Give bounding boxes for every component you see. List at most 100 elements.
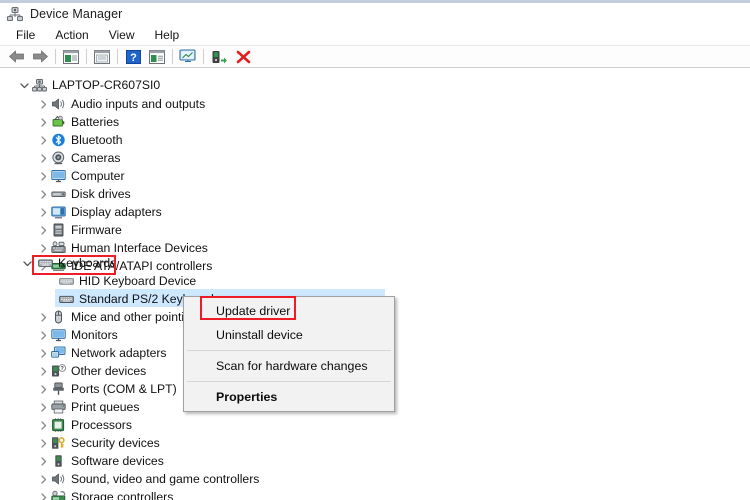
chevron-right-icon[interactable] bbox=[37, 131, 50, 149]
monitor-icon bbox=[50, 327, 67, 343]
bluetooth-icon bbox=[50, 132, 67, 148]
other-device-icon: ? bbox=[50, 363, 67, 379]
firmware-icon bbox=[50, 222, 67, 238]
device-tree[interactable]: LAPTOP-CR607SI0 Audio inputs and outputs bbox=[0, 70, 750, 500]
tree-row-print-queues[interactable]: Print queues bbox=[37, 398, 139, 416]
tree-row-network-adapters[interactable]: Network adapters bbox=[37, 344, 167, 362]
tree-label: Monitors bbox=[71, 328, 118, 342]
context-menu-separator bbox=[187, 350, 391, 351]
keyboard-icon bbox=[58, 291, 75, 307]
security-device-icon bbox=[50, 435, 67, 451]
tree-row-other-devices[interactable]: ? Other devices bbox=[37, 362, 146, 380]
tree-row-bluetooth[interactable]: Bluetooth bbox=[37, 131, 123, 149]
chevron-right-icon[interactable] bbox=[37, 344, 50, 362]
tree-row-security-devices[interactable]: Security devices bbox=[37, 434, 160, 452]
speaker-icon bbox=[50, 96, 67, 112]
forward-icon[interactable] bbox=[29, 47, 51, 67]
chevron-right-icon[interactable] bbox=[37, 308, 50, 326]
chevron-right-icon[interactable] bbox=[37, 488, 50, 500]
tree-label: Bluetooth bbox=[71, 133, 123, 147]
tree-row-firmware[interactable]: Firmware bbox=[37, 221, 122, 239]
menu-action[interactable]: Action bbox=[46, 27, 97, 43]
tree-row-computer[interactable]: Computer bbox=[37, 167, 125, 185]
chevron-right-icon[interactable] bbox=[37, 470, 50, 488]
enable-device-icon[interactable] bbox=[208, 47, 230, 67]
chevron-right-icon[interactable] bbox=[37, 398, 50, 416]
back-icon[interactable] bbox=[5, 47, 27, 67]
help-icon[interactable]: ? bbox=[122, 47, 144, 67]
tree-label: Computer bbox=[71, 169, 125, 183]
battery-icon bbox=[50, 114, 67, 130]
processor-icon bbox=[50, 417, 67, 433]
software-device-icon bbox=[50, 453, 67, 469]
chevron-right-icon[interactable] bbox=[37, 203, 50, 221]
tree-row-ports-com-lpt[interactable]: Ports (COM & LPT) bbox=[37, 380, 177, 398]
show-hide-console-tree-icon[interactable] bbox=[60, 47, 82, 67]
chevron-right-icon[interactable] bbox=[37, 416, 50, 434]
mouse-icon bbox=[50, 309, 67, 325]
menu-bar: File Action View Help bbox=[0, 25, 750, 45]
display-adapter-icon bbox=[50, 204, 67, 220]
context-menu-separator bbox=[187, 381, 391, 382]
svg-text:?: ? bbox=[61, 366, 64, 372]
tree-row-software-devices[interactable]: Software devices bbox=[37, 452, 164, 470]
chevron-down-icon[interactable] bbox=[18, 76, 31, 94]
chevron-right-icon[interactable] bbox=[37, 326, 50, 344]
port-icon bbox=[50, 381, 67, 397]
keyboards-highlight-box bbox=[32, 255, 116, 275]
uninstall-device-icon[interactable] bbox=[232, 47, 254, 67]
speaker-icon bbox=[50, 471, 67, 487]
menu-help[interactable]: Help bbox=[146, 27, 189, 43]
tree-label-root: LAPTOP-CR607SI0 bbox=[52, 78, 161, 92]
chevron-right-icon[interactable] bbox=[37, 380, 50, 398]
tree-row-display-adapters[interactable]: Display adapters bbox=[37, 203, 162, 221]
title-bar: Device Manager bbox=[0, 0, 750, 24]
menu-view[interactable]: View bbox=[100, 27, 144, 43]
chevron-right-icon[interactable] bbox=[37, 434, 50, 452]
device-manager-icon bbox=[7, 6, 23, 21]
camera-icon bbox=[50, 150, 67, 166]
network-adapter-icon bbox=[50, 345, 67, 361]
scan-for-hardware-changes-icon[interactable] bbox=[177, 47, 199, 67]
tree-label: Disk drives bbox=[71, 187, 131, 201]
tree-label: Storage controllers bbox=[71, 490, 174, 500]
printer-icon bbox=[50, 399, 67, 415]
disk-drive-icon bbox=[50, 186, 67, 202]
toolbar: ? bbox=[0, 45, 750, 68]
tree-row-batteries[interactable]: Batteries bbox=[37, 113, 119, 131]
tree-row-storage-controllers[interactable]: Storage controllers bbox=[37, 488, 173, 500]
tree-label: Display adapters bbox=[71, 205, 162, 219]
chevron-right-icon[interactable] bbox=[37, 167, 50, 185]
tree-label: Network adapters bbox=[71, 346, 167, 360]
ctx-uninstall-device[interactable]: Uninstall device bbox=[184, 323, 394, 347]
tree-row-root[interactable]: LAPTOP-CR607SI0 bbox=[18, 76, 160, 94]
properties-icon[interactable] bbox=[91, 47, 113, 67]
svg-text:?: ? bbox=[130, 52, 137, 64]
tree-label: Firmware bbox=[71, 223, 122, 237]
chevron-right-icon[interactable] bbox=[37, 113, 50, 131]
tree-row-sound-video-and-game-controllers[interactable]: Sound, video and game controllers bbox=[37, 470, 259, 488]
chevron-right-icon[interactable] bbox=[37, 149, 50, 167]
tree-row-audio-inputs-and-outputs[interactable]: Audio inputs and outputs bbox=[37, 95, 205, 113]
update-driver-icon[interactable] bbox=[146, 47, 168, 67]
ctx-scan-hardware-changes[interactable]: Scan for hardware changes bbox=[184, 354, 394, 378]
tree-label: Security devices bbox=[71, 436, 160, 450]
chevron-right-icon[interactable] bbox=[37, 95, 50, 113]
chevron-right-icon[interactable] bbox=[37, 362, 50, 380]
tree-label: Sound, video and game controllers bbox=[71, 472, 260, 486]
tree-row-disk-drives[interactable]: Disk drives bbox=[37, 185, 131, 203]
chevron-right-icon[interactable] bbox=[37, 452, 50, 470]
chevron-right-icon[interactable] bbox=[37, 185, 50, 203]
storage-controller-icon bbox=[50, 489, 67, 500]
tree-label: Batteries bbox=[71, 115, 120, 129]
computer-root-icon bbox=[31, 77, 48, 93]
ctx-properties[interactable]: Properties bbox=[184, 385, 394, 409]
menu-file[interactable]: File bbox=[7, 27, 44, 43]
tree-row-processors[interactable]: Processors bbox=[37, 416, 132, 434]
keyboard-icon bbox=[58, 273, 75, 289]
tree-label: Print queues bbox=[71, 400, 140, 414]
tree-row-cameras[interactable]: Cameras bbox=[37, 149, 120, 167]
window-title: Device Manager bbox=[30, 6, 123, 21]
chevron-right-icon[interactable] bbox=[37, 221, 50, 239]
tree-row-monitors[interactable]: Monitors bbox=[37, 326, 118, 344]
